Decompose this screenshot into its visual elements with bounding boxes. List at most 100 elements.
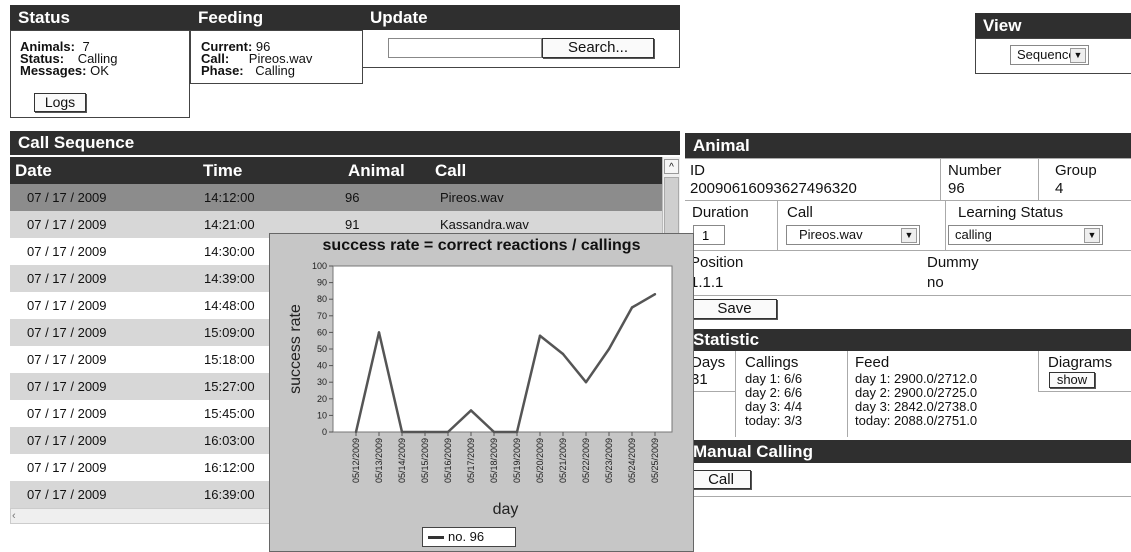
update-header: Update [362, 5, 680, 30]
y-tick-label: 10 [317, 410, 327, 420]
cell-call: Pireos.wav [430, 184, 662, 211]
dummy-value: no [927, 274, 944, 291]
x-tick-label: 05/23/2009 [604, 438, 614, 483]
legend-series-name: no. 96 [448, 529, 485, 544]
x-tick-label: 05/18/2009 [489, 438, 499, 483]
data-point [446, 430, 450, 434]
cell-date: 07 / 17 / 2009 [10, 238, 191, 265]
y-tick-label: 70 [317, 311, 327, 321]
data-point [584, 381, 588, 384]
col-time[interactable]: Time [203, 157, 242, 184]
x-tick-label: 05/20/2009 [535, 438, 545, 483]
days-label: Days [691, 354, 726, 371]
view-panel: Sequence ▼ [975, 38, 1131, 74]
manual-calling-panel: Call [685, 463, 1131, 497]
chevron-left-icon[interactable]: ‹ [12, 510, 24, 522]
feed-day3: day 3: 2842.0/2738.0 [855, 399, 978, 414]
position-label: Position [690, 254, 744, 271]
x-tick-label: 05/15/2009 [420, 438, 430, 483]
view-select[interactable]: Sequence ▼ [1010, 45, 1089, 65]
col-animal[interactable]: Animal [348, 157, 405, 184]
x-tick-label: 05/14/2009 [397, 438, 407, 483]
call-sequence-header: Call Sequence [10, 131, 680, 155]
chevron-down-icon: ▼ [901, 228, 917, 243]
y-tick-label: 0 [322, 427, 327, 437]
cell-date: 07 / 17 / 2009 [10, 265, 191, 292]
group-value: 4 [1055, 180, 1064, 197]
x-tick-label: 05/19/2009 [512, 438, 522, 483]
id-label: ID [690, 162, 705, 179]
scrollbar-thumb[interactable] [664, 177, 679, 237]
y-tick-label: 20 [317, 394, 327, 404]
data-point [515, 430, 519, 434]
y-tick-label: 100 [312, 261, 327, 271]
chevron-down-icon: ▼ [1084, 228, 1100, 243]
x-tick-label: 05/25/2009 [650, 438, 660, 483]
cell-date: 07 / 17 / 2009 [10, 454, 191, 481]
learning-status-select[interactable]: calling ▼ [948, 225, 1103, 245]
dummy-label: Dummy [927, 254, 979, 271]
data-point [377, 331, 381, 334]
messages-value: OK [90, 63, 109, 78]
col-date[interactable]: Date [15, 157, 52, 184]
y-tick-label: 90 [317, 278, 327, 288]
y-tick-label: 30 [317, 377, 327, 387]
x-axis-label: day [493, 501, 519, 518]
number-value: 96 [948, 180, 965, 197]
manual-call-button[interactable]: Call [691, 470, 751, 489]
callings-day3: day 3: 4/4 [745, 399, 803, 414]
duration-input[interactable] [693, 225, 725, 245]
data-point [607, 347, 611, 351]
chart-legend: no. 96 [422, 527, 516, 547]
phase-value: Calling [255, 63, 296, 78]
learning-status-selected: calling [955, 227, 992, 242]
search-button[interactable]: Search... [542, 38, 654, 58]
cell-animal: 96 [341, 184, 430, 211]
table-row[interactable]: 07 / 17 / 2009 14:12:00 96 Pireos.wav [10, 184, 662, 211]
x-tick-label: 05/17/2009 [466, 438, 476, 483]
chevron-down-icon: ▼ [1070, 48, 1086, 63]
cell-date: 07 / 17 / 2009 [10, 427, 191, 454]
group-label: Group [1055, 162, 1097, 179]
callings-day2: day 2: 6/6 [745, 385, 803, 400]
number-label: Number [948, 162, 1002, 179]
x-tick-label: 05/12/2009 [351, 438, 361, 483]
cell-time: 14:12:00 [191, 184, 341, 211]
duration-label: Duration [692, 204, 749, 221]
save-button[interactable]: Save [692, 299, 777, 319]
data-point [400, 430, 404, 434]
view-header: View [975, 13, 1131, 38]
data-point [538, 334, 542, 337]
legend-swatch [428, 536, 444, 539]
x-tick-label: 05/22/2009 [581, 438, 591, 483]
data-point [423, 430, 427, 434]
data-point [630, 306, 634, 309]
view-selected: Sequence [1017, 47, 1076, 62]
chevron-up-icon[interactable]: ^ [664, 159, 679, 174]
cell-date: 07 / 17 / 2009 [10, 211, 191, 238]
cell-date: 07 / 17 / 2009 [10, 319, 191, 346]
cell-date: 07 / 17 / 2009 [10, 346, 191, 373]
chart-popup[interactable]: success rate = correct reactions / calli… [269, 233, 694, 552]
x-tick-label: 05/16/2009 [443, 438, 453, 483]
y-axis-label: success rate [287, 304, 304, 394]
show-diagram-button[interactable]: show [1049, 372, 1095, 388]
feed-day1: day 1: 2900.0/2712.0 [855, 371, 978, 386]
animal-header: Animal [685, 133, 1131, 158]
x-tick-label: 05/24/2009 [627, 438, 637, 483]
data-point [354, 430, 358, 434]
diagrams-label: Diagrams [1048, 354, 1113, 371]
call-field-label: Call [787, 204, 813, 221]
y-tick-label: 50 [317, 344, 327, 354]
search-input[interactable] [388, 38, 542, 58]
call-sequence-column-header: Date Time Animal Call [10, 157, 662, 184]
data-point [653, 293, 657, 296]
statistic-panel: Days 31 Callings day 1: 6/6 day 2: 6/6 d… [685, 351, 1131, 437]
logs-button[interactable]: Logs [34, 93, 86, 112]
cell-date: 07 / 17 / 2009 [10, 373, 191, 400]
messages-label: Messages: [20, 63, 87, 78]
col-call[interactable]: Call [435, 157, 466, 184]
y-tick-label: 60 [317, 327, 327, 337]
call-select[interactable]: Pireos.wav ▼ [786, 225, 920, 245]
feeding-panel: Current: 96 Call: Pireos.wav Phase: Call… [190, 30, 363, 84]
